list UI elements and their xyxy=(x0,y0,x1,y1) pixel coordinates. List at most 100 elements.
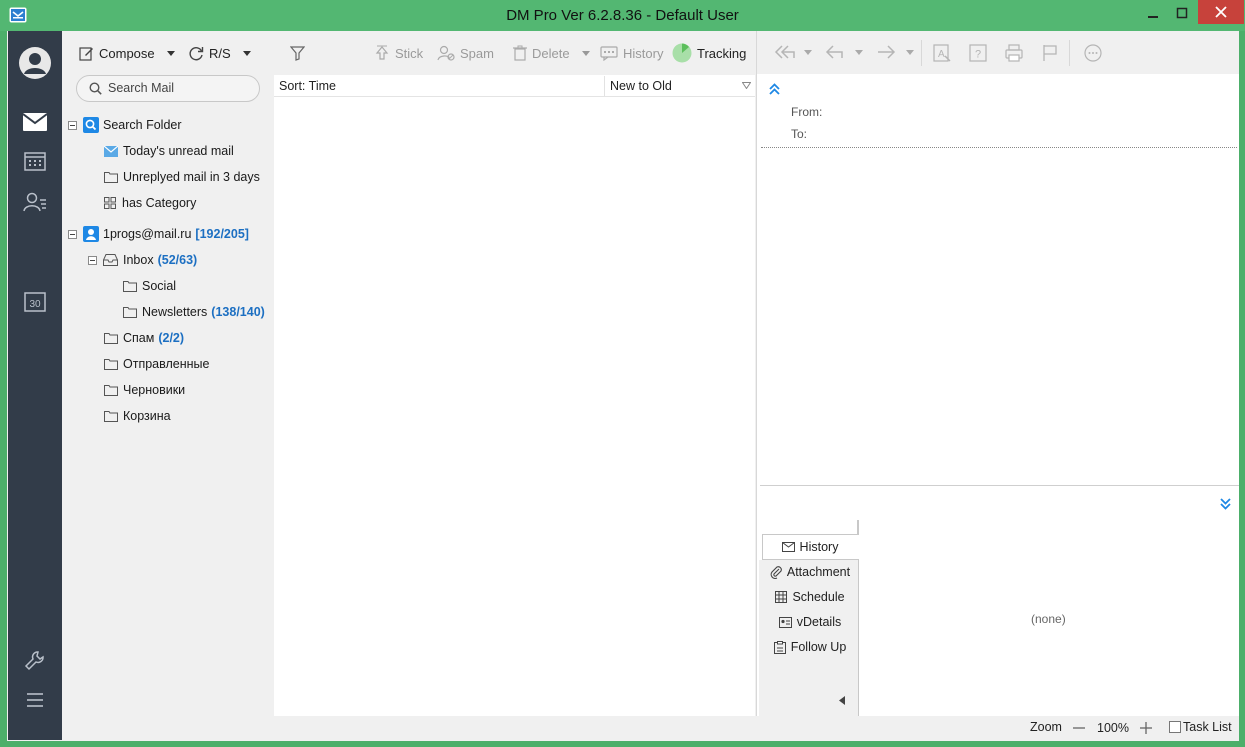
svg-text:30: 30 xyxy=(29,299,41,310)
tree-item-account[interactable]: 1progs@mail.ru [192/205] xyxy=(68,225,249,243)
to-label: To: xyxy=(791,127,808,141)
collapse-toggle[interactable] xyxy=(88,255,97,265)
contacts-icon[interactable] xyxy=(8,192,62,212)
chevron-down-icon xyxy=(581,50,590,56)
unread-count: [192/205] xyxy=(195,227,249,241)
divider xyxy=(604,76,605,96)
flag-icon[interactable] xyxy=(1042,44,1058,62)
collapse-toggle[interactable] xyxy=(68,229,77,239)
chevron-down-icon xyxy=(242,50,251,56)
maximize-button[interactable] xyxy=(1165,0,1199,26)
filter-icon xyxy=(290,45,305,61)
chevron-down-icon[interactable] xyxy=(906,50,914,55)
divider xyxy=(921,40,922,66)
unread-count: (52/63) xyxy=(157,253,198,267)
sort-order-icon[interactable] xyxy=(742,82,751,89)
tab-attachment[interactable]: Attachment xyxy=(762,561,858,583)
mail-icon xyxy=(104,145,118,157)
tab-history[interactable]: History xyxy=(762,536,858,558)
unread-count: (138/140) xyxy=(211,305,265,319)
tree-item-search-folder[interactable]: Search Folder xyxy=(68,116,182,134)
tree-item-sent[interactable]: Отправленные xyxy=(104,355,209,373)
tree-item-unreplied[interactable]: Unreplyed mail in 3 days xyxy=(104,168,260,186)
tree-item-inbox[interactable]: Inbox (52/63) xyxy=(88,251,197,269)
print-icon[interactable] xyxy=(1005,44,1023,62)
envelope-icon xyxy=(781,542,795,552)
zoom-in-icon[interactable] xyxy=(1139,720,1153,734)
inbox-icon xyxy=(103,254,118,266)
tools-icon[interactable] xyxy=(8,650,62,672)
chevron-down-icon[interactable] xyxy=(855,50,863,55)
collapse-header-icon[interactable] xyxy=(769,83,780,95)
folder-icon xyxy=(123,307,137,318)
chevron-down-icon[interactable] xyxy=(804,50,812,55)
search-input[interactable]: Search Mail xyxy=(108,81,174,95)
filter-button[interactable] xyxy=(290,44,310,62)
tree-item-has-category[interactable]: has Category xyxy=(104,194,196,212)
avatar[interactable] xyxy=(8,46,62,80)
spam-button[interactable]: Spam xyxy=(437,44,494,62)
receive-send-button[interactable]: R/S xyxy=(189,44,256,62)
trash-icon xyxy=(513,45,527,61)
folder-icon xyxy=(104,411,118,422)
task-list-label[interactable]: Task List xyxy=(1183,720,1232,734)
delete-button[interactable]: Delete xyxy=(513,44,595,62)
chevron-down-icon xyxy=(166,50,175,56)
help-icon[interactable]: ? xyxy=(969,44,987,62)
stick-button[interactable]: Stick xyxy=(374,44,423,62)
menu-icon[interactable] xyxy=(8,692,62,708)
text-format-icon[interactable]: A xyxy=(933,44,951,62)
collapse-toggle[interactable] xyxy=(68,120,77,130)
tree-item-today-unread[interactable]: Today's unread mail xyxy=(104,142,234,160)
nav-rail xyxy=(8,31,62,740)
pin-up-icon xyxy=(375,45,389,60)
pane-splitter[interactable] xyxy=(760,485,1239,486)
folder-icon xyxy=(104,359,118,370)
clipboard-icon xyxy=(773,640,786,654)
mail-icon[interactable] xyxy=(8,113,62,131)
reply-all-icon[interactable] xyxy=(773,44,797,60)
folder-icon xyxy=(104,333,118,344)
folder-icon xyxy=(104,385,118,396)
folder-icon xyxy=(123,281,137,292)
tab-vdetails[interactable]: vDetails xyxy=(762,611,858,633)
svg-text:A: A xyxy=(938,49,945,60)
contact-card-icon xyxy=(778,616,792,628)
task-list-checkbox[interactable] xyxy=(1169,721,1181,733)
tree-item-drafts[interactable]: Черновики xyxy=(104,381,185,399)
sort-order-button[interactable]: New to Old xyxy=(610,79,672,93)
more-options-icon[interactable] xyxy=(1084,44,1102,62)
from-label: From: xyxy=(791,105,823,119)
tab-follow-up[interactable]: Follow Up xyxy=(762,636,858,658)
empty-state-text: (none) xyxy=(1031,612,1066,626)
divider xyxy=(1069,40,1070,66)
collapse-left-icon[interactable] xyxy=(839,696,845,705)
refresh-icon xyxy=(189,46,204,60)
sort-bar xyxy=(274,75,755,97)
day-calendar-icon[interactable]: 30 xyxy=(8,292,62,312)
reply-icon[interactable] xyxy=(825,44,845,60)
close-button[interactable] xyxy=(1198,0,1244,24)
message-list[interactable] xyxy=(274,75,755,716)
tree-item-social[interactable]: Social xyxy=(123,277,176,295)
tracking-button[interactable]: Tracking xyxy=(672,43,746,63)
category-grid-icon xyxy=(104,197,116,209)
tree-item-spam[interactable]: Спам (2/2) xyxy=(104,329,184,347)
expand-panel-icon[interactable] xyxy=(1220,498,1231,510)
account-icon xyxy=(83,226,99,242)
tree-item-newsletters[interactable]: Newsletters (138/140) xyxy=(123,303,265,321)
header-divider xyxy=(761,147,1237,148)
folder-icon xyxy=(104,172,118,183)
compose-button[interactable]: Compose xyxy=(79,44,180,62)
svg-text:?: ? xyxy=(975,49,981,61)
sort-field-button[interactable]: Sort: Time xyxy=(279,79,336,93)
history-button[interactable]: History xyxy=(600,44,663,62)
search-folder-icon xyxy=(83,117,99,133)
window-title: DM Pro Ver 6.2.8.36 - Default User xyxy=(506,7,739,24)
zoom-value: 100% xyxy=(1097,721,1129,735)
calendar-icon[interactable] xyxy=(8,151,62,171)
zoom-out-icon[interactable] xyxy=(1072,720,1086,734)
forward-icon[interactable] xyxy=(876,44,896,60)
tab-schedule[interactable]: Schedule xyxy=(762,586,858,608)
tree-item-trash[interactable]: Корзина xyxy=(104,407,171,425)
